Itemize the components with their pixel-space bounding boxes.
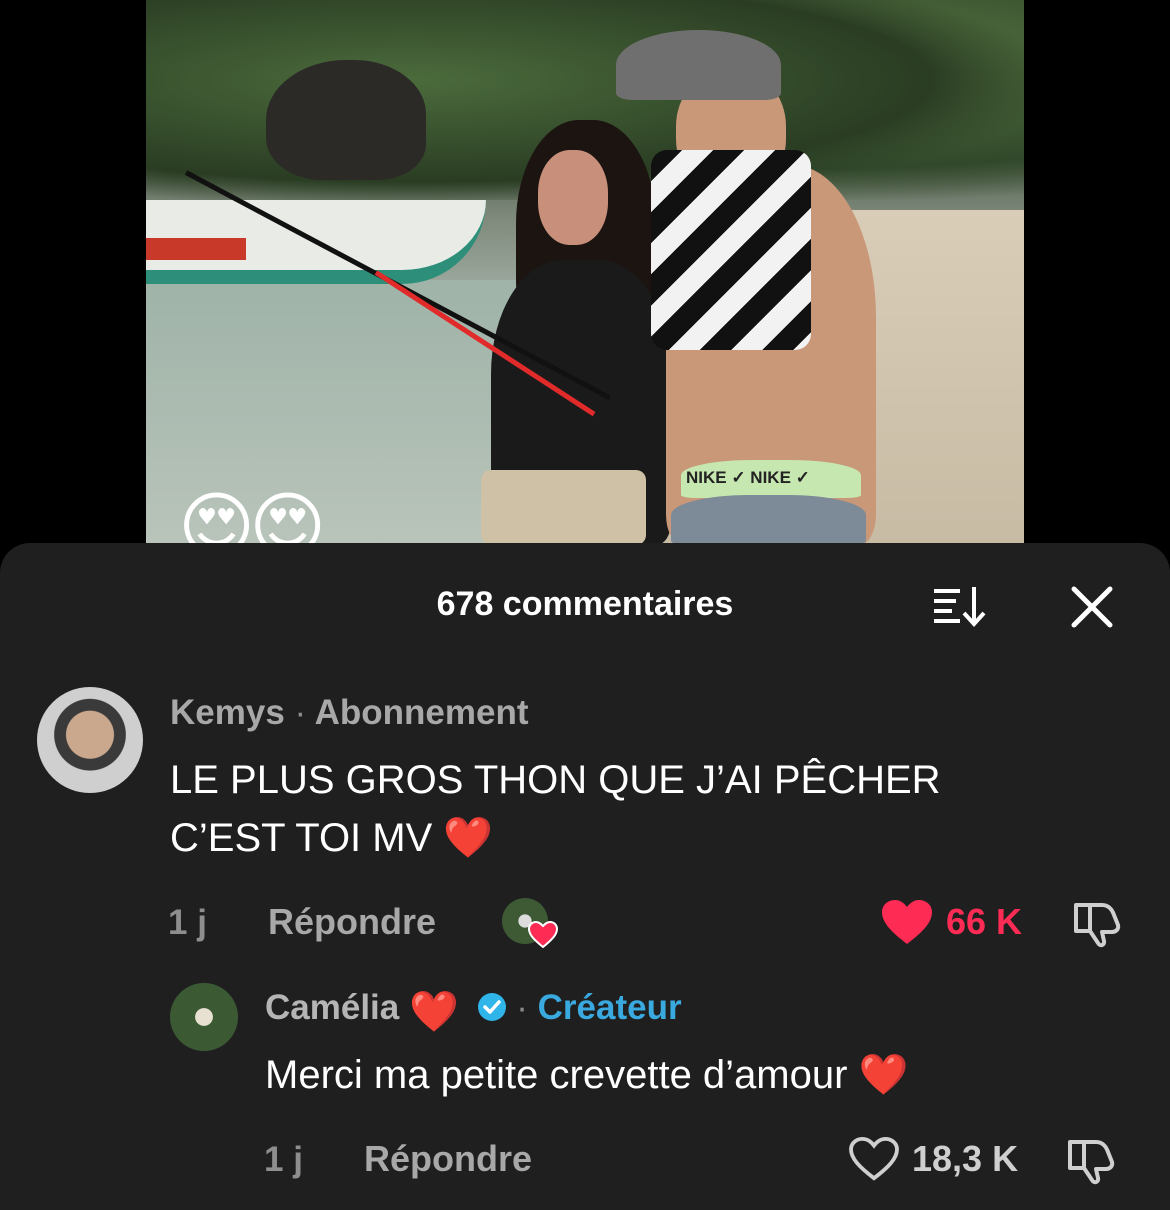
comment-text-camelia: Merci ma petite crevette d’amour ❤️ <box>265 1053 909 1097</box>
following-badge: Abonnement <box>314 693 529 732</box>
dislike-icon[interactable] <box>1072 897 1124 949</box>
video-frame[interactable]: NIKE ✓ NIKE ✓ <box>146 0 1024 545</box>
woman-shorts <box>481 470 646 545</box>
avatar-kemys[interactable] <box>37 687 143 793</box>
man-cap <box>616 30 781 100</box>
like-count-2: 18,3 K <box>912 1138 1019 1179</box>
boat-stripe <box>146 238 246 260</box>
comment-header-kemys: Kemys · Abonnement <box>170 693 529 733</box>
avatar-camelia[interactable] <box>170 983 238 1051</box>
verified-icon <box>477 993 506 1021</box>
heart-outline-icon[interactable] <box>848 1136 900 1182</box>
username-kemys[interactable]: Kemys <box>170 693 285 732</box>
waistband-text: NIKE ✓ NIKE ✓ <box>686 468 810 487</box>
comments-sheet: 678 commentaires Kemys · Abonnement LE P… <box>0 543 1170 1210</box>
separator-dot: · <box>516 988 528 1027</box>
creator-badge: Créateur <box>537 988 682 1027</box>
comments-count-title: 678 commentaires <box>436 585 734 623</box>
dislike-icon[interactable] <box>1066 1134 1118 1186</box>
reply-button[interactable]: Répondre <box>268 901 436 943</box>
man-towel <box>651 150 811 350</box>
woman-face <box>538 150 608 245</box>
comment-text-kemys: LE PLUS GROS THON QUE J’AI PÊCHER C’EST … <box>170 751 1070 867</box>
rock <box>266 60 426 180</box>
username-camelia[interactable]: Camélia <box>265 988 399 1027</box>
comment-time: 1 j <box>168 903 207 942</box>
close-icon[interactable] <box>1068 583 1116 631</box>
comment-line-1: LE PLUS GROS THON QUE J’AI PÊCHER <box>170 758 941 802</box>
username-heart-emoji: ❤️ <box>408 989 459 1035</box>
sort-icon[interactable] <box>930 583 990 627</box>
reply-button-2[interactable]: Répondre <box>364 1138 532 1180</box>
like-count: 66 K <box>946 901 1023 942</box>
comment-header-camelia: Camélia ❤️ · Créateur <box>265 988 682 1035</box>
heart-icon[interactable] <box>880 898 934 946</box>
reply-time: 1 j <box>264 1140 303 1179</box>
separator-dot: · <box>294 693 307 732</box>
creator-heart-icon <box>528 921 558 949</box>
man-shorts <box>671 495 866 545</box>
comment-line-2: C’EST TOI MV ❤️ <box>170 816 494 860</box>
